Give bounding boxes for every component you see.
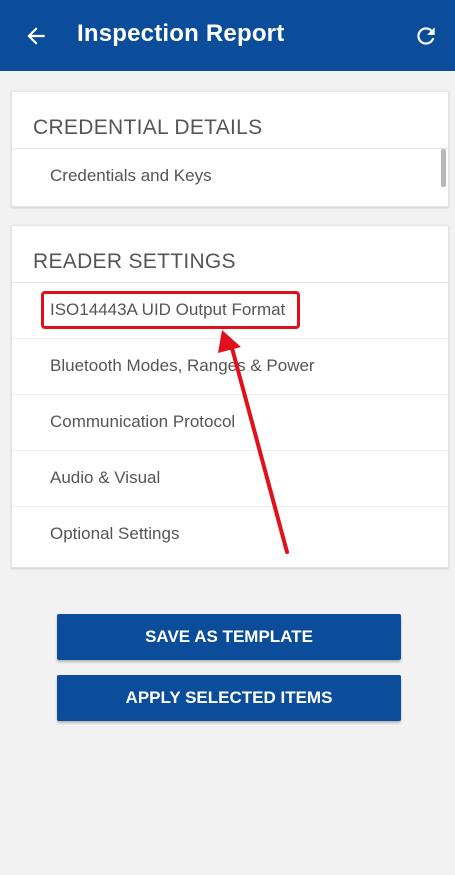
credential-details-heading: CREDENTIAL DETAILS <box>12 92 448 149</box>
back-button[interactable] <box>14 16 58 56</box>
list-item-bluetooth-modes[interactable]: Bluetooth Modes, Ranges & Power <box>12 339 448 395</box>
apply-selected-items-button[interactable]: APPLY SELECTED ITEMS <box>57 675 401 721</box>
list-item-audio-visual[interactable]: Audio & Visual <box>12 451 448 507</box>
scrollbar-thumb[interactable] <box>441 149 446 187</box>
app-bar: Inspection Report <box>0 0 455 71</box>
credential-details-card: CREDENTIAL DETAILS Credentials and Keys <box>11 91 449 207</box>
page-title: Inspection Report <box>77 20 285 47</box>
highlight-box-annotation <box>41 291 300 329</box>
list-item-optional-settings[interactable]: Optional Settings <box>12 507 448 563</box>
save-as-template-button[interactable]: SAVE AS TEMPLATE <box>57 614 401 660</box>
refresh-icon <box>417 27 435 45</box>
arrow-left-icon <box>27 27 45 45</box>
refresh-button[interactable] <box>407 16 445 56</box>
list-item-communication-protocol[interactable]: Communication Protocol <box>12 395 448 451</box>
reader-settings-card: READER SETTINGS ISO14443A UID Output For… <box>11 225 449 568</box>
reader-settings-heading: READER SETTINGS <box>12 226 448 283</box>
list-item-credentials-and-keys[interactable]: Credentials and Keys <box>12 149 448 205</box>
